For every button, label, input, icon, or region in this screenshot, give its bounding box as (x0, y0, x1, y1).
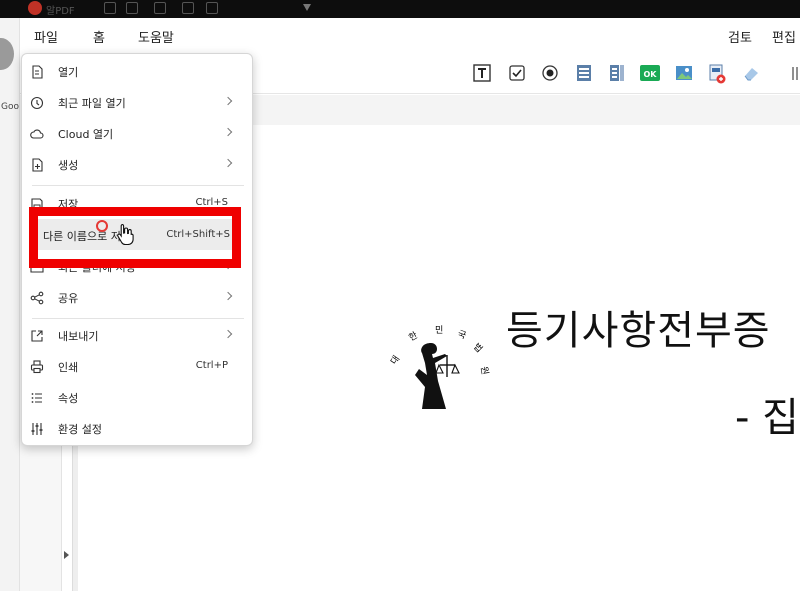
chevron-right-icon (223, 329, 233, 339)
signature-field-icon[interactable] (708, 64, 726, 84)
cloud-icon (30, 126, 44, 140)
redo-icon[interactable] (206, 2, 218, 14)
emblem-char: 민 (435, 325, 443, 336)
save-icon[interactable] (126, 2, 138, 14)
more-icon[interactable] (790, 64, 800, 82)
share-icon (30, 290, 44, 305)
export-icon (30, 328, 44, 342)
image-field-icon[interactable] (675, 64, 693, 82)
menu-item-label: 열기 (58, 66, 79, 79)
menu-item-properties[interactable]: 속성 (22, 382, 254, 412)
print-icon[interactable] (154, 2, 166, 14)
tab-home[interactable]: 홈 (93, 27, 105, 46)
menu-item-label: 내보내기 (58, 330, 99, 343)
settings-sliders-icon (30, 421, 44, 435)
eraser-icon[interactable] (742, 64, 760, 82)
chevron-right-icon (223, 127, 233, 137)
click-indicator (96, 220, 108, 232)
expand-panel-icon[interactable] (64, 551, 69, 559)
chevron-right-icon (223, 96, 233, 106)
app-title: 알PDF (46, 6, 75, 17)
open-file-icon (30, 64, 44, 79)
avatar (0, 38, 14, 70)
menu-item-label: 인쇄 (58, 361, 79, 374)
menu-item-print[interactable]: 인쇄 Ctrl+P (22, 351, 254, 381)
browser-left-edge: Goo (0, 18, 20, 591)
menu-item-label: 생성 (58, 159, 79, 172)
emblem-char: 원 (478, 366, 490, 376)
menubar: 파일 홈 도움말 검토 편집 (20, 18, 800, 52)
emblem-char: 법 (471, 341, 485, 355)
emblem-char: 대 (388, 354, 402, 367)
menu-item-shortcut: Ctrl+P (195, 360, 228, 371)
tab-help[interactable]: 도움말 (138, 27, 174, 46)
svg-text:OK: OK (644, 70, 658, 79)
list-box-icon[interactable] (575, 64, 593, 82)
menu-item-export[interactable]: 내보내기 (22, 320, 254, 350)
menu-item-share[interactable]: 공유 (22, 282, 254, 312)
tab-review[interactable]: 검토 (728, 27, 752, 46)
text-field-icon[interactable] (473, 64, 491, 82)
emblem-char: 한 (407, 330, 420, 344)
menu-item-label: 공유 (58, 292, 79, 305)
menu-separator (32, 318, 244, 319)
combo-box-icon[interactable] (608, 64, 626, 82)
new-file-icon (30, 157, 44, 172)
print-icon (30, 359, 44, 374)
quick-access-dropdown-icon[interactable] (303, 4, 311, 11)
clock-icon (30, 95, 44, 110)
undo-icon[interactable] (182, 2, 194, 14)
radio-button-icon[interactable] (541, 64, 559, 82)
emblem-char: 국 (456, 328, 468, 341)
menu-item-label: Cloud 열기 (58, 128, 114, 141)
chevron-right-icon (223, 158, 233, 168)
window-titlebar: 알PDF (0, 0, 800, 18)
properties-icon (30, 390, 44, 404)
menu-separator (32, 185, 244, 186)
new-icon[interactable] (104, 2, 116, 14)
truncated-label: Goo (1, 102, 19, 112)
checkbox-icon[interactable] (508, 64, 526, 82)
chevron-right-icon (223, 291, 233, 301)
menu-item-open[interactable]: 열기 (22, 56, 254, 86)
highlight-annotation-box (29, 207, 241, 268)
menu-item-create[interactable]: 생성 (22, 149, 254, 179)
menu-item-recent-files[interactable]: 최근 파일 열기 (22, 87, 254, 117)
tab-edit[interactable]: 편집 (772, 27, 796, 46)
menu-item-label: 최근 파일 열기 (58, 97, 126, 110)
court-emblem: 대 한 민 국 법 원 (388, 325, 490, 409)
ok-button-icon[interactable]: OK (640, 64, 660, 82)
document-title: 등기사항전부증 (506, 308, 771, 354)
menu-item-cloud-open[interactable]: Cloud 열기 (22, 118, 254, 148)
menu-item-label: 속성 (58, 392, 79, 405)
app-logo-icon (28, 1, 42, 15)
menu-item-label: 환경 설정 (58, 423, 102, 436)
hand-cursor-icon (117, 223, 134, 245)
menu-item-preferences[interactable]: 환경 설정 (22, 413, 254, 443)
tab-file[interactable]: 파일 (34, 27, 58, 46)
document-subtitle: - 집 (735, 395, 799, 441)
